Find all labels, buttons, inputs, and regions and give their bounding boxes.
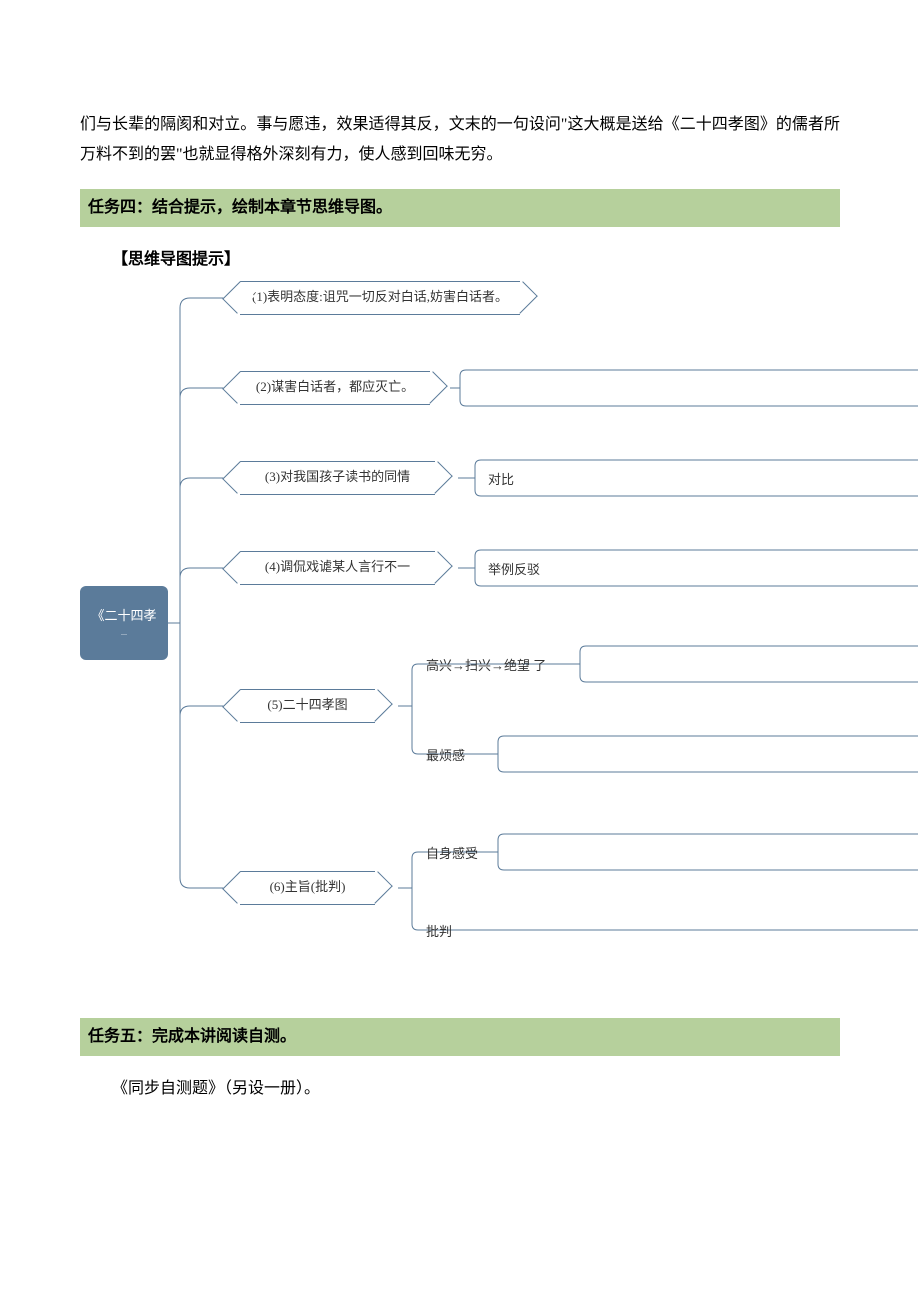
- root-subtitle: ...: [121, 627, 127, 638]
- footer-text: 《同步自测题》（另设一册）。: [112, 1074, 840, 1104]
- mindmap-label-feelings: 自身感受: [426, 842, 478, 867]
- hint-label: 【思维导图提示】: [112, 245, 840, 275]
- mindmap-node-5: (5)二十四孝图: [240, 689, 375, 723]
- task-5-header: 任务五：完成本讲阅读自测。: [80, 1018, 840, 1056]
- mindmap-label-contrast: 对比: [488, 468, 514, 493]
- mindmap-label-example: 举例反驳: [488, 558, 540, 583]
- task-4-header: 任务四：结合提示，绘制本章节思维导图。: [80, 189, 840, 227]
- mindmap-label-emotions: 高兴→扫兴→绝望 了: [426, 654, 546, 679]
- mindmap-connectors: [80, 278, 918, 978]
- mindmap-root-node: 《二十四孝 ...: [80, 586, 168, 660]
- mindmap-node-3: (3)对我国孩子读书的同情: [240, 461, 435, 495]
- mindmap-node-4: (4)调侃戏谑某人言行不一: [240, 551, 435, 585]
- mindmap-node-2: (2)谋害白话者，都应灭亡。: [240, 371, 430, 405]
- mindmap-node-1: (1)表明态度:诅咒一切反对白话,妨害白话者。: [240, 281, 520, 315]
- intro-paragraph: 们与长辈的隔阂和对立。事与愿违，效果适得其反，文末的一句设问"这大概是送给《二十…: [80, 110, 840, 171]
- root-title: 《二十四孝: [91, 607, 156, 625]
- mindmap-node-6: (6)主旨(批判): [240, 871, 375, 905]
- mindmap-label-critique: 批判: [426, 920, 452, 945]
- mindmap-label-annoying: 最烦感: [426, 744, 465, 769]
- mindmap: 《二十四孝 ... (1)表明态度:诅咒一切反对白话,妨害白话者。 (2)谋害白…: [80, 278, 918, 978]
